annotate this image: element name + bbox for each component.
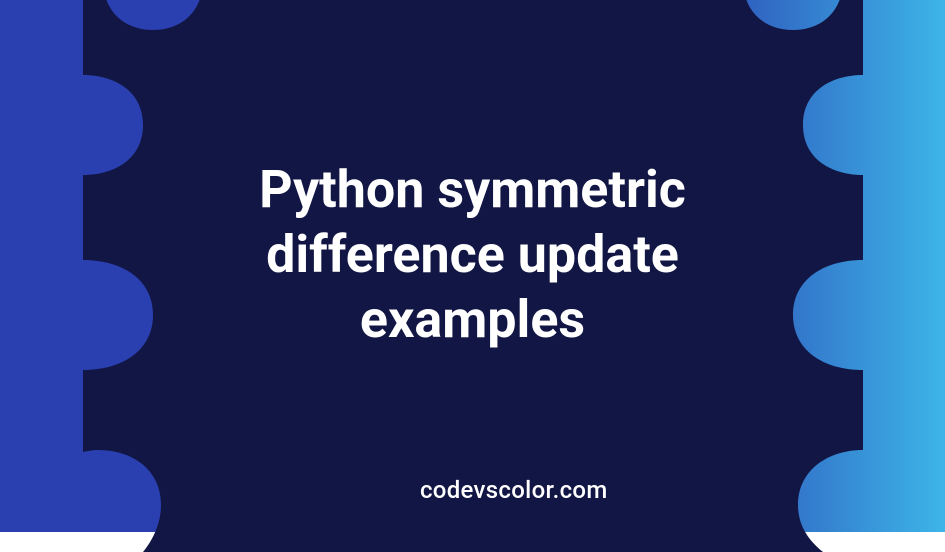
banner-canvas: Python symmetric difference update examp… bbox=[0, 0, 945, 532]
site-credit: codevscolor.com bbox=[420, 476, 608, 504]
banner-title: Python symmetric difference update examp… bbox=[153, 157, 793, 352]
